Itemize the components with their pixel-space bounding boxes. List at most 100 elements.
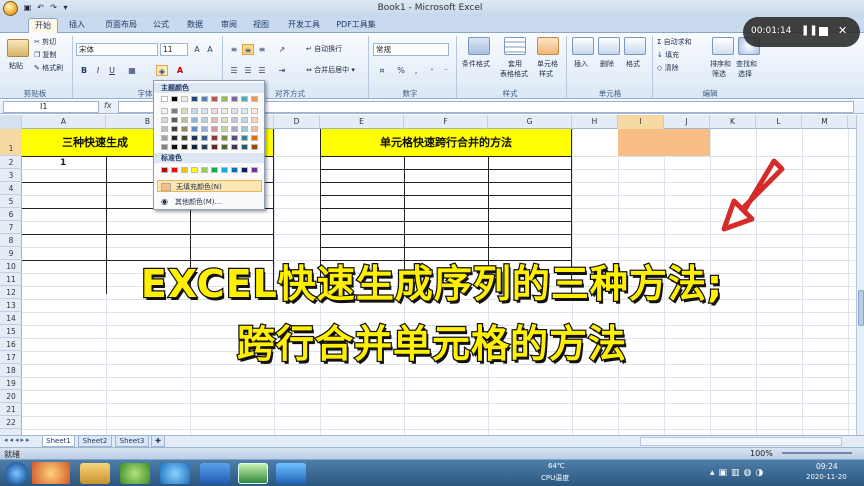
theme-color-swatch[interactable] xyxy=(221,144,228,150)
theme-color-swatch[interactable] xyxy=(211,108,218,114)
clear-button[interactable]: ◇ 清除 xyxy=(657,64,679,73)
align-left-icon[interactable]: ☰ xyxy=(228,65,240,76)
close-icon[interactable]: ✕ xyxy=(838,24,847,37)
select-all-corner[interactable] xyxy=(0,115,22,129)
name-box[interactable]: I1 xyxy=(3,101,99,113)
sheet-nav-icon[interactable]: ◂◂◂▸▸ xyxy=(4,436,32,444)
standard-color-swatch[interactable] xyxy=(171,167,178,173)
row-header-19[interactable]: 19 xyxy=(0,377,22,390)
browser-taskbar-icon[interactable] xyxy=(120,463,150,484)
find-select-label-2[interactable]: 选择 xyxy=(738,70,752,79)
font-name-box[interactable]: 宋体 xyxy=(76,43,158,56)
cell-a2-value[interactable]: 1 xyxy=(60,158,66,168)
delete-cells-icon[interactable] xyxy=(598,37,620,55)
start-button[interactable] xyxy=(5,462,28,485)
format-table-label-2[interactable]: 表格格式 xyxy=(500,70,528,79)
theme-color-swatch[interactable] xyxy=(191,96,198,102)
underline-button[interactable]: U xyxy=(106,65,118,76)
excel-taskbar-icon[interactable] xyxy=(238,463,268,484)
autosum-button[interactable]: Σ 自动求和 xyxy=(657,38,692,47)
merge-center-button[interactable]: ⇔ 合并后居中 ▾ xyxy=(306,66,355,75)
bold-button[interactable]: B xyxy=(78,65,90,76)
conditional-format-button[interactable]: 条件格式 xyxy=(462,60,490,69)
increase-decimal-icon[interactable]: ⁺ xyxy=(426,65,438,76)
new-sheet-icon[interactable]: ✚ xyxy=(151,436,165,447)
no-fill-item[interactable]: 无填充颜色(N) xyxy=(157,180,262,192)
tab-insert[interactable]: 插入 xyxy=(64,18,90,33)
theme-color-swatch[interactable] xyxy=(241,144,248,150)
tab-pdf-tools[interactable]: PDF工具集 xyxy=(334,18,378,33)
theme-color-swatch[interactable] xyxy=(211,96,218,102)
theme-color-swatch[interactable] xyxy=(241,135,248,141)
chrome-taskbar-icon[interactable] xyxy=(32,462,70,484)
sheet-tab-2[interactable]: Sheet2 xyxy=(78,436,112,447)
col-header-k[interactable]: K xyxy=(710,115,756,129)
row-header-1[interactable]: 1 xyxy=(0,129,22,156)
standard-color-swatch[interactable] xyxy=(241,167,248,173)
theme-color-swatch[interactable] xyxy=(241,108,248,114)
theme-color-swatch[interactable] xyxy=(181,135,188,141)
find-select-label-1[interactable]: 查找和 xyxy=(736,60,757,69)
tab-formulas[interactable]: 公式 xyxy=(148,18,174,33)
theme-color-swatch[interactable] xyxy=(171,135,178,141)
zoom-level[interactable]: 100% xyxy=(750,449,773,458)
theme-color-swatch[interactable] xyxy=(251,108,258,114)
row-header-20[interactable]: 20 xyxy=(0,390,22,403)
orientation-icon[interactable]: ↗ xyxy=(276,44,288,55)
theme-color-swatch[interactable] xyxy=(181,144,188,150)
recorder-taskbar-icon[interactable] xyxy=(276,463,306,484)
cell-i1-selected[interactable] xyxy=(618,129,710,156)
zoom-slider[interactable] xyxy=(782,452,852,454)
col-header-f[interactable]: F xyxy=(404,115,488,129)
standard-color-swatch[interactable] xyxy=(211,167,218,173)
row-header-21[interactable]: 21 xyxy=(0,403,22,416)
decrease-decimal-icon[interactable]: ⁻ xyxy=(440,65,452,76)
sort-filter-label-2[interactable]: 筛选 xyxy=(712,70,726,79)
cell-e1-header[interactable]: 单元格快速跨行合并的方法 xyxy=(320,129,572,156)
cell-styles-label-1[interactable]: 单元格 xyxy=(537,60,558,69)
theme-color-swatch[interactable] xyxy=(211,144,218,150)
format-table-icon[interactable] xyxy=(504,37,526,55)
theme-color-swatch[interactable] xyxy=(161,126,168,132)
insert-cells-icon[interactable] xyxy=(572,37,594,55)
indent-icon[interactable]: ⇥ xyxy=(276,65,288,76)
theme-color-swatch[interactable] xyxy=(191,135,198,141)
theme-color-swatch[interactable] xyxy=(211,117,218,123)
theme-color-swatch[interactable] xyxy=(211,135,218,141)
theme-color-swatch[interactable] xyxy=(201,96,208,102)
row-header-3[interactable]: 3 xyxy=(0,169,22,182)
format-painter-button[interactable]: ✎ 格式刷 xyxy=(34,64,63,73)
format-cells-icon[interactable] xyxy=(624,37,646,55)
tab-home[interactable]: 开始 xyxy=(28,18,58,33)
standard-color-swatch[interactable] xyxy=(231,167,238,173)
shrink-font-icon[interactable]: A xyxy=(204,44,216,55)
theme-color-swatch[interactable] xyxy=(171,117,178,123)
currency-icon[interactable]: ¤ xyxy=(376,65,388,76)
theme-color-swatch[interactable] xyxy=(231,96,238,102)
format-table-label-1[interactable]: 套用 xyxy=(508,60,522,69)
standard-color-swatch[interactable] xyxy=(221,167,228,173)
word-taskbar-icon[interactable] xyxy=(200,463,230,484)
tab-data[interactable]: 数据 xyxy=(182,18,208,33)
col-header-a[interactable]: A xyxy=(22,115,106,129)
theme-color-swatch[interactable] xyxy=(201,108,208,114)
align-right-icon[interactable]: ☰ xyxy=(256,65,268,76)
col-header-g[interactable]: G xyxy=(488,115,572,129)
conditional-format-icon[interactable] xyxy=(468,37,490,55)
insert-cells-button[interactable]: 插入 xyxy=(574,60,588,69)
theme-color-swatch[interactable] xyxy=(181,96,188,102)
theme-color-swatch[interactable] xyxy=(181,108,188,114)
align-bottom-icon[interactable]: ≡ xyxy=(256,44,268,55)
cell-styles-label-2[interactable]: 样式 xyxy=(539,70,553,79)
align-center-icon[interactable]: ☰ xyxy=(242,65,254,76)
explorer-taskbar-icon[interactable] xyxy=(80,463,110,484)
border-icon[interactable]: ▦ xyxy=(126,65,138,76)
paste-icon[interactable] xyxy=(7,39,29,57)
theme-color-swatch[interactable] xyxy=(201,117,208,123)
theme-color-swatch[interactable] xyxy=(221,108,228,114)
theme-color-swatch[interactable] xyxy=(191,117,198,123)
theme-color-swatch[interactable] xyxy=(171,108,178,114)
standard-color-swatch[interactable] xyxy=(181,167,188,173)
theme-color-swatch[interactable] xyxy=(161,144,168,150)
undo-icon[interactable]: ↶ xyxy=(35,3,46,13)
